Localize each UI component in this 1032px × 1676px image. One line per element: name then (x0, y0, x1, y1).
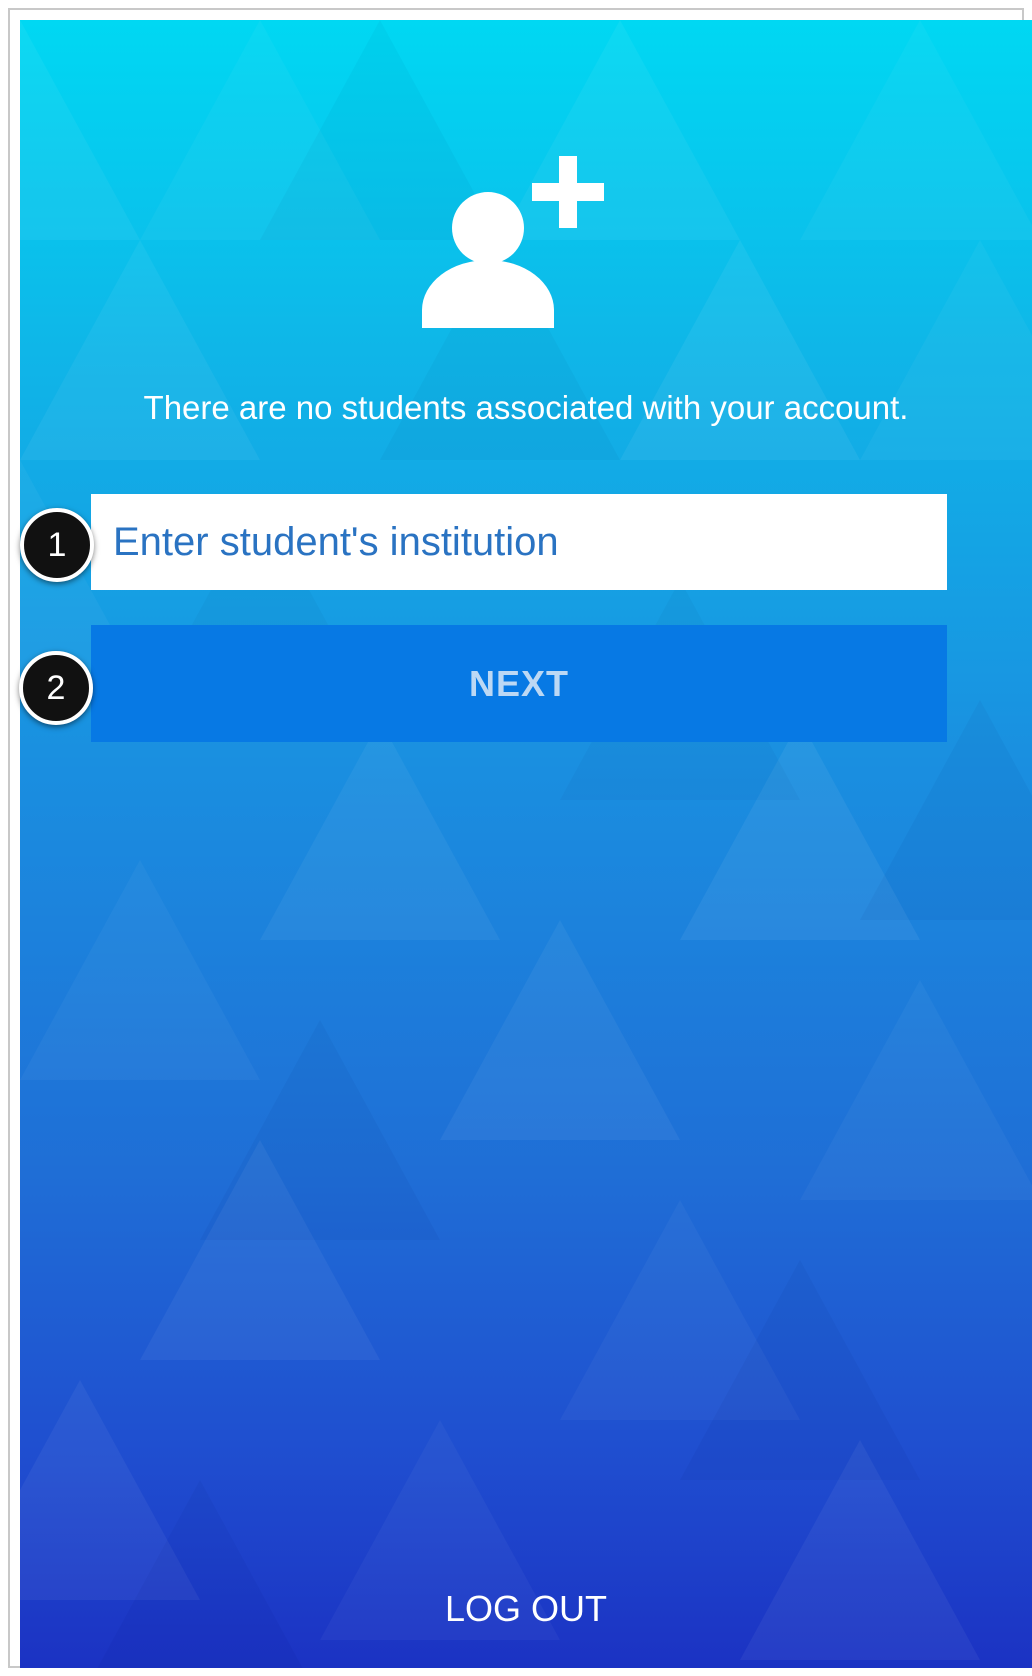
no-students-message: There are no students associated with yo… (143, 389, 909, 426)
callout-badge-1: 1 (20, 508, 94, 582)
screenshot-frame: There are no students associated with yo… (0, 0, 1032, 1676)
callout-badge-2: 2 (19, 651, 93, 725)
app-screen: There are no students associated with yo… (20, 20, 1032, 1668)
add-person-icon (422, 156, 604, 328)
logout-button[interactable]: LOG OUT (376, 1580, 676, 1636)
institution-search-input[interactable] (91, 494, 947, 590)
next-button[interactable]: NEXT (91, 625, 947, 742)
